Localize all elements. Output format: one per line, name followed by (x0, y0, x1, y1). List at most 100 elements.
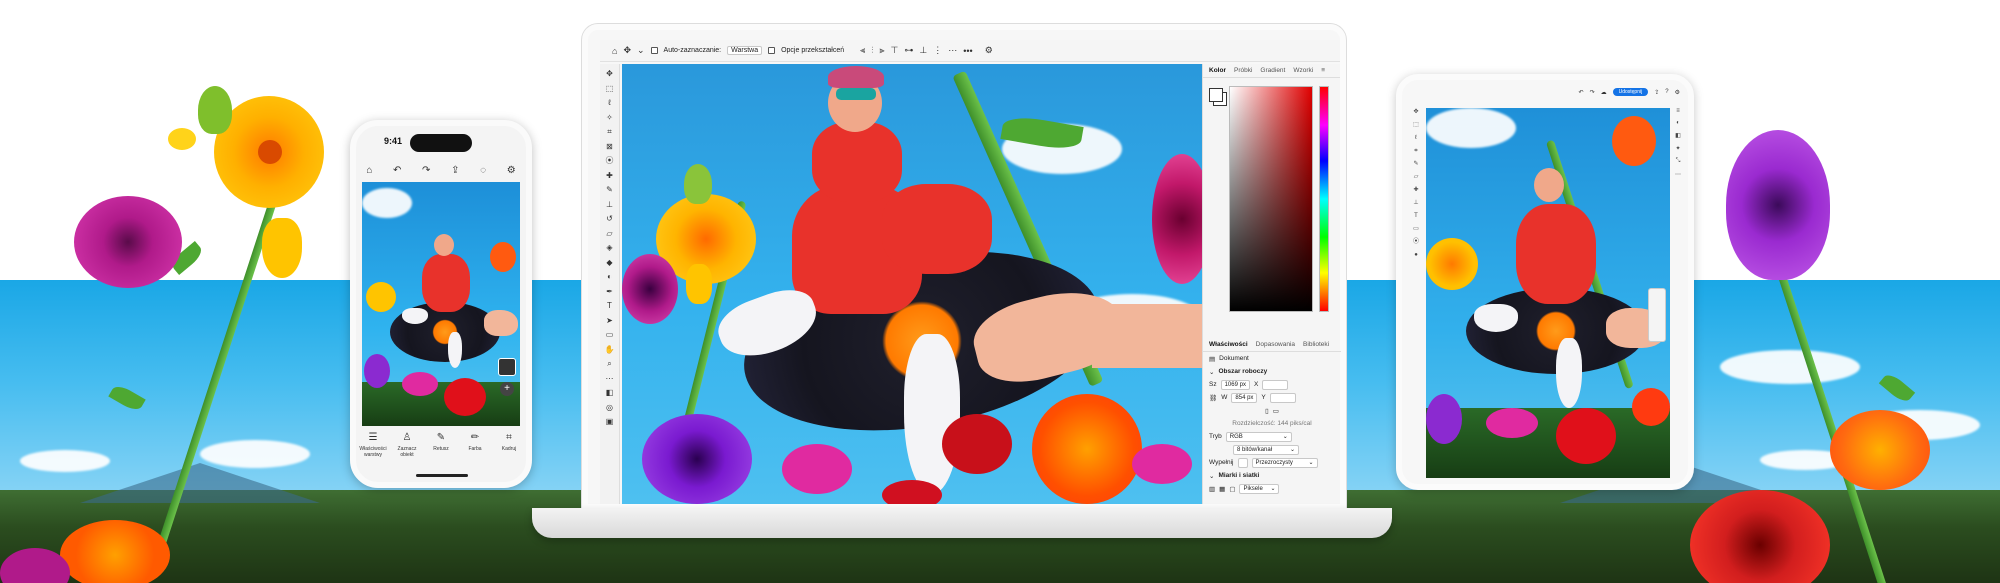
adjustments-icon[interactable]: ◐ (1676, 120, 1680, 126)
layer-properties-button[interactable]: ☰ Właściwości warstwy (357, 432, 389, 482)
layers-strip[interactable] (1648, 288, 1666, 342)
phone-canvas[interactable]: + (362, 182, 520, 426)
x-field[interactable] (1262, 379, 1289, 390)
move-tool-icon[interactable]: ✥ (606, 68, 613, 81)
type-tool-icon[interactable]: T (1414, 212, 1418, 221)
type-tool-icon[interactable]: T (607, 300, 612, 313)
align-bottom-icon[interactable]: ⊥ (919, 45, 927, 56)
y-field[interactable] (1269, 392, 1296, 403)
transform-controls-checkbox[interactable] (768, 47, 776, 54)
tab-libraries[interactable]: Biblioteki (1303, 341, 1329, 348)
eyedropper-icon[interactable]: ⦿ (1413, 238, 1419, 247)
align-middle-icon[interactable]: ⊶ (904, 45, 913, 56)
effects-icon[interactable]: ✦ (1675, 145, 1680, 152)
eraser-tool-icon[interactable]: ▱ (606, 228, 612, 241)
gear-icon[interactable]: ⚙ (1675, 89, 1680, 96)
link-icon[interactable]: ⛓ (1209, 394, 1217, 402)
home-icon[interactable]: ⌂ (366, 165, 372, 176)
paint-bucket-icon[interactable]: ◈ (606, 242, 612, 255)
mask-icon[interactable]: ◧ (1675, 132, 1681, 139)
zoom-tool-icon[interactable]: ⌕ (607, 358, 611, 371)
redo-icon[interactable]: ↷ (1590, 89, 1595, 96)
healing-brush-icon[interactable]: ✚ (606, 170, 613, 183)
clone-stamp-icon[interactable]: ⊥ (606, 199, 613, 212)
portrait-icon[interactable]: ▯ (1265, 407, 1269, 415)
height-field[interactable]: 854 px (1231, 392, 1258, 403)
move-tool-icon[interactable]: ✥ (1413, 108, 1418, 117)
redo-icon[interactable]: ↷ (422, 165, 430, 176)
tab-adjustments[interactable]: Dopasowania (1256, 341, 1295, 348)
layers-icon[interactable]: ≡ (1676, 108, 1680, 114)
fill-swatch[interactable] (1237, 457, 1248, 468)
width-field[interactable]: 1069 px (1220, 379, 1250, 390)
color-swatches-icon[interactable]: ◧ (606, 387, 614, 400)
tab-swatches[interactable]: Próbki (1234, 67, 1252, 74)
cloud-icon[interactable]: ☁ (1601, 89, 1607, 96)
crop-tool-icon[interactable]: ⌗ (1414, 147, 1417, 156)
crop-button[interactable]: ⌗ Kadruj (493, 432, 525, 482)
gear-icon[interactable]: ⚙ (985, 45, 993, 56)
crop-tool-icon[interactable]: ⌗ (607, 126, 612, 139)
tab-properties[interactable]: Właściwości (1209, 341, 1248, 348)
quick-mask-icon[interactable]: ◎ (606, 402, 613, 415)
units-dropdown[interactable]: Piksele ⌄ (1239, 483, 1280, 494)
frame-tool-icon[interactable]: ⊠ (606, 141, 613, 154)
dodge-tool-icon[interactable]: ◐ (607, 271, 612, 284)
healing-brush-icon[interactable]: ✚ (1413, 186, 1418, 195)
clone-stamp-icon[interactable]: ⊥ (1413, 199, 1418, 208)
more-options[interactable]: ••• (963, 46, 972, 56)
align-left-icon[interactable]: ⫷ (860, 45, 865, 56)
tab-color[interactable]: Kolor (1209, 67, 1226, 74)
guides-icon[interactable]: ▢ (1229, 485, 1235, 493)
fill-dropdown[interactable]: Przezroczysty ⌄ (1251, 457, 1318, 468)
eyedropper-icon[interactable]: ⦿ (606, 155, 614, 168)
lightbulb-icon[interactable]: ◌ (480, 165, 486, 176)
share-button[interactable]: Udostępnij (1612, 88, 1649, 96)
canvas-section-header[interactable]: ⌄ Obszar roboczy (1203, 365, 1341, 378)
home-icon[interactable]: ⌂ (612, 46, 617, 56)
align-right-icon[interactable]: ⫸ (879, 45, 884, 56)
gear-icon[interactable]: ⚙ (507, 165, 516, 176)
help-icon[interactable]: ? (1665, 89, 1668, 95)
lasso-tool-icon[interactable]: ℓ (1415, 134, 1417, 143)
chevron-down-icon[interactable]: ⌄ (637, 45, 645, 56)
tab-patterns[interactable]: Wzorki (1293, 67, 1313, 74)
path-selection-icon[interactable]: ➤ (606, 315, 613, 328)
shape-tool-icon[interactable]: ▭ (1413, 225, 1419, 234)
bit-depth-dropdown[interactable]: 8 bitów/kanał ⌄ (1233, 444, 1299, 455)
mode-dropdown[interactable]: RGB ⌄ (1225, 431, 1292, 442)
document-canvas[interactable] (622, 64, 1202, 504)
align-top-icon[interactable]: ⊤ (891, 45, 899, 56)
align-center-icon[interactable]: ⫶ (871, 45, 873, 56)
blur-tool-icon[interactable]: ◆ (606, 257, 612, 270)
marquee-tool-icon[interactable]: ⬚ (1413, 121, 1419, 130)
history-brush-icon[interactable]: ↺ (606, 213, 613, 226)
panel-menu-icon[interactable]: ≡ (1321, 67, 1325, 74)
lasso-tool-icon[interactable]: ℓ (608, 97, 611, 110)
auto-select-checkbox[interactable] (650, 47, 658, 54)
rectangle-tool-icon[interactable]: ▭ (606, 329, 614, 342)
rulers-section-header[interactable]: ⌄ Miarki i siatki (1203, 469, 1341, 482)
color-picker-field[interactable] (1229, 86, 1313, 312)
export-icon[interactable]: ⇪ (1654, 89, 1659, 96)
share-icon[interactable]: ⇪ (451, 165, 459, 176)
brush-tool-icon[interactable]: ✎ (1413, 160, 1418, 169)
hand-tool-icon[interactable]: ✋ (605, 344, 615, 357)
pen-tool-icon[interactable]: ✒ (606, 286, 613, 299)
auto-select-dropdown[interactable]: Warstwa (727, 46, 763, 55)
marquee-tool-icon[interactable]: ⬚ (606, 83, 614, 96)
landscape-icon[interactable]: ▭ (1273, 407, 1279, 415)
distribute-icon[interactable]: ⋮ (933, 45, 942, 56)
tablet-canvas[interactable] (1426, 108, 1670, 478)
more-icon[interactable]: ⋯ (1675, 171, 1681, 178)
color-swatch-icon[interactable]: ● (1414, 251, 1418, 260)
undo-icon[interactable]: ↶ (393, 165, 401, 176)
more-tools-icon[interactable]: ⋯ (606, 373, 614, 386)
screen-mode-icon[interactable]: ▣ (606, 416, 614, 429)
grid-icon[interactable]: ▦ (1219, 485, 1225, 493)
undo-icon[interactable]: ↶ (1579, 89, 1584, 96)
ruler-icon[interactable]: ▥ (1209, 485, 1215, 493)
add-layer-icon[interactable]: + (500, 382, 514, 396)
distribute-horizontal-icon[interactable]: ⋯ (948, 45, 957, 56)
layers-thumbnail[interactable] (498, 358, 516, 376)
